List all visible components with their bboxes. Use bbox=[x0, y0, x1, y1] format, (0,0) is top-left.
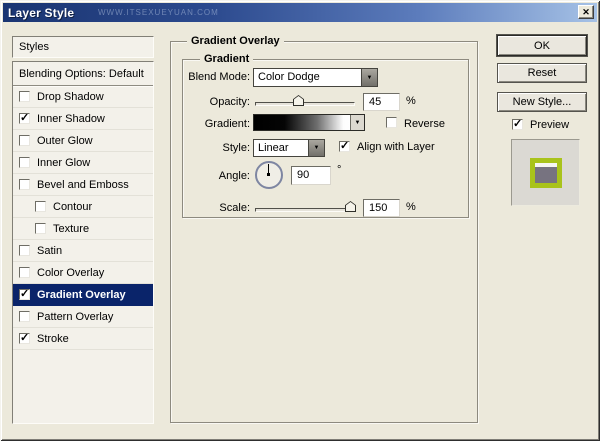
list-item-stroke[interactable]: Stroke bbox=[13, 328, 153, 350]
list-item-label: Contour bbox=[53, 201, 92, 213]
checkbox-stroke[interactable] bbox=[19, 333, 30, 344]
scale-value-field[interactable]: 150 bbox=[363, 199, 400, 217]
style-value: Linear bbox=[254, 140, 308, 156]
checkbox-outer-glow[interactable] bbox=[19, 135, 30, 146]
scale-unit: % bbox=[406, 201, 416, 213]
list-item-contour[interactable]: Contour bbox=[13, 196, 153, 218]
list-item-label: Stroke bbox=[37, 333, 69, 345]
scale-slider[interactable] bbox=[255, 208, 355, 212]
checkbox-bevel-and-emboss[interactable] bbox=[19, 179, 30, 190]
list-item-label: Gradient Overlay bbox=[37, 289, 126, 301]
gradient-overlay-group-title: Gradient Overlay bbox=[187, 34, 284, 48]
checkbox-inner-glow[interactable] bbox=[19, 157, 30, 168]
chevron-down-icon[interactable] bbox=[308, 140, 324, 156]
opacity-slider[interactable] bbox=[255, 102, 355, 106]
chevron-down-icon[interactable] bbox=[350, 115, 364, 130]
list-item-label: Color Overlay bbox=[37, 267, 104, 279]
gradient-group-title: Gradient bbox=[200, 52, 253, 66]
preview-checkbox[interactable] bbox=[512, 119, 523, 130]
list-item-texture[interactable]: Texture bbox=[13, 218, 153, 240]
opacity-value-field[interactable]: 45 bbox=[363, 93, 400, 111]
checkbox-texture[interactable] bbox=[35, 223, 46, 234]
styles-header: Styles bbox=[12, 36, 154, 58]
gradient-label: Gradient: bbox=[183, 118, 250, 134]
list-item-bevel-and-emboss[interactable]: Bevel and Emboss bbox=[13, 174, 153, 196]
close-icon: ✕ bbox=[582, 8, 590, 17]
list-item-label: Bevel and Emboss bbox=[37, 179, 129, 191]
opacity-slider-thumb[interactable] bbox=[293, 95, 304, 106]
list-item-label: Texture bbox=[53, 223, 89, 235]
angle-label: Angle: bbox=[183, 170, 250, 186]
blend-mode-dropdown[interactable]: Color Dodge bbox=[253, 68, 378, 87]
watermark-text: WWW.ITSEXUEYUAN.COM bbox=[98, 8, 219, 17]
opacity-label: Opacity: bbox=[183, 96, 250, 112]
align-with-layer-checkbox[interactable] bbox=[339, 141, 350, 152]
ok-button[interactable]: OK bbox=[497, 35, 587, 56]
list-item-inner-glow[interactable]: Inner Glow bbox=[13, 152, 153, 174]
blend-mode-label: Blend Mode: bbox=[183, 71, 250, 87]
list-item-label: Satin bbox=[37, 245, 62, 257]
list-item-pattern-overlay[interactable]: Pattern Overlay bbox=[13, 306, 153, 328]
list-item-label: Outer Glow bbox=[37, 135, 93, 147]
checkbox-drop-shadow[interactable] bbox=[19, 91, 30, 102]
list-item-drop-shadow[interactable]: Drop Shadow bbox=[13, 86, 153, 108]
preview-swatch-gray bbox=[535, 167, 557, 183]
opacity-unit: % bbox=[406, 95, 416, 107]
close-button[interactable]: ✕ bbox=[578, 5, 594, 19]
list-item-label: Inner Shadow bbox=[37, 113, 105, 125]
preview-thumbnail bbox=[511, 139, 580, 206]
list-item-color-overlay[interactable]: Color Overlay bbox=[13, 262, 153, 284]
list-item-inner-shadow[interactable]: Inner Shadow bbox=[13, 108, 153, 130]
list-item-blending-options[interactable]: Blending Options: Default bbox=[13, 62, 153, 86]
checkbox-color-overlay[interactable] bbox=[19, 267, 30, 278]
list-item-label: Drop Shadow bbox=[37, 91, 104, 103]
scale-label: Scale: bbox=[183, 202, 250, 218]
preview-swatch-green bbox=[530, 158, 562, 188]
chevron-down-icon[interactable] bbox=[361, 69, 377, 86]
gradient-swatch[interactable] bbox=[253, 114, 365, 131]
list-item-gradient-overlay[interactable]: Gradient Overlay bbox=[13, 284, 153, 306]
checkbox-inner-shadow[interactable] bbox=[19, 113, 30, 124]
angle-value-field[interactable]: 90 bbox=[291, 166, 331, 185]
angle-dial[interactable] bbox=[255, 161, 283, 189]
checkbox-pattern-overlay[interactable] bbox=[19, 311, 30, 322]
checkbox-satin[interactable] bbox=[19, 245, 30, 256]
title-bar: Layer Style WWW.ITSEXUEYUAN.COM ✕ bbox=[3, 3, 597, 22]
styles-header-label: Styles bbox=[19, 41, 49, 53]
window-title: Layer Style bbox=[3, 6, 74, 20]
checkbox-gradient-overlay[interactable] bbox=[19, 289, 30, 300]
list-item-satin[interactable]: Satin bbox=[13, 240, 153, 262]
list-item-outer-glow[interactable]: Outer Glow bbox=[13, 130, 153, 152]
list-item-label: Pattern Overlay bbox=[37, 311, 113, 323]
layer-style-dialog: Layer Style WWW.ITSEXUEYUAN.COM ✕ Styles… bbox=[0, 0, 600, 441]
blend-mode-value: Color Dodge bbox=[254, 69, 361, 86]
list-item-label: Inner Glow bbox=[37, 157, 90, 169]
scale-slider-thumb[interactable] bbox=[345, 201, 356, 212]
gradient-preview[interactable] bbox=[254, 115, 350, 130]
gradient-overlay-group: Gradient Overlay Gradient Blend Mode: Co… bbox=[170, 41, 478, 423]
styles-list: Blending Options: Default Drop Shadow In… bbox=[12, 61, 154, 424]
angle-center-dot bbox=[267, 173, 270, 176]
preview-label: Preview bbox=[530, 119, 569, 131]
style-dropdown[interactable]: Linear bbox=[253, 139, 325, 157]
preview-swatch-inner bbox=[535, 163, 557, 183]
reset-button[interactable]: Reset bbox=[497, 63, 587, 83]
checkbox-contour[interactable] bbox=[35, 201, 46, 212]
align-with-layer-label: Align with Layer bbox=[357, 141, 435, 153]
reverse-label: Reverse bbox=[404, 118, 445, 130]
gradient-group: Gradient Blend Mode: Color Dodge Opacity… bbox=[182, 59, 469, 218]
new-style-button[interactable]: New Style... bbox=[497, 92, 587, 112]
reverse-checkbox[interactable] bbox=[386, 117, 397, 128]
angle-unit: ° bbox=[337, 164, 341, 176]
list-item-label: Blending Options: Default bbox=[19, 68, 144, 80]
style-label: Style: bbox=[183, 142, 250, 158]
